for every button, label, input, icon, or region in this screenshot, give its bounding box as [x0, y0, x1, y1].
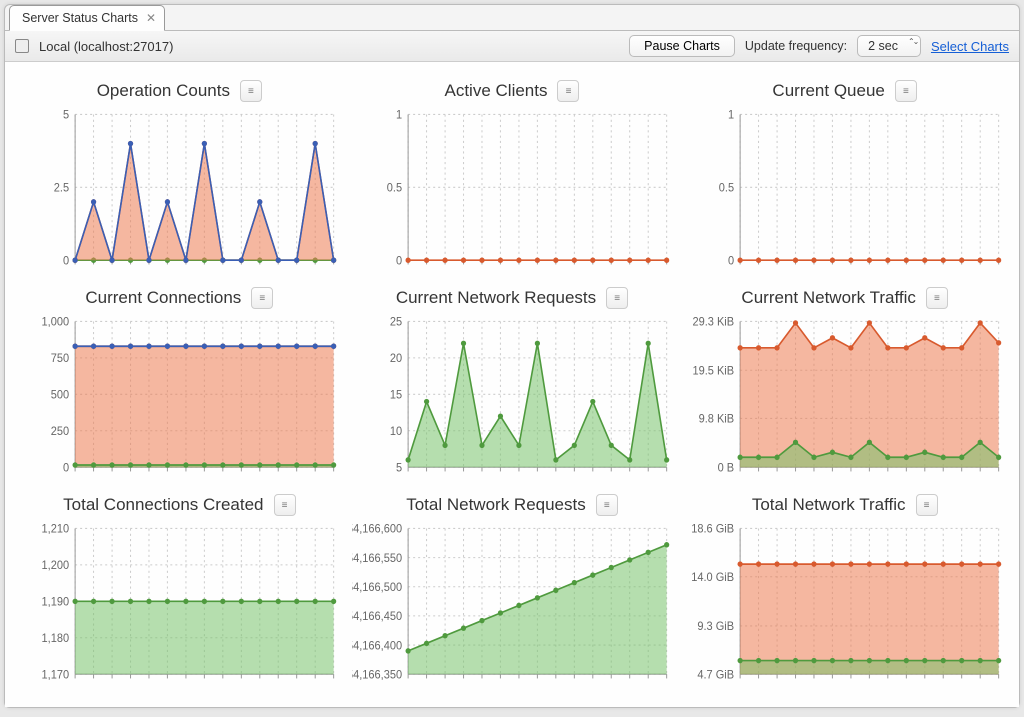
connection-label: Local (localhost:27017) — [39, 39, 173, 54]
chart-card-current-network-requests: Current Network Requests ≡ 5 10 15 20 25 — [352, 287, 673, 482]
chart-card-total-network-traffic: Total Network Traffic ≡ 4.7 GiB 9.3 GiB 14… — [684, 494, 1005, 689]
svg-text:1,180: 1,180 — [42, 633, 70, 645]
chart-title: Current Connections — [85, 288, 241, 308]
update-frequency-select[interactable]: 2 sec — [857, 35, 921, 57]
connection-icon — [15, 39, 29, 53]
svg-text:54,166,500: 54,166,500 — [352, 582, 402, 594]
svg-text:0.5: 0.5 — [386, 182, 401, 194]
chart-plot-active-clients: 00.51 — [352, 106, 673, 275]
chart-menu-icon[interactable]: ≡ — [251, 287, 273, 309]
svg-text:2.5: 2.5 — [54, 182, 69, 194]
app-window: Server Status Charts ✕ Local (localhost:… — [4, 4, 1020, 708]
svg-text:54,166,400: 54,166,400 — [352, 640, 402, 652]
update-frequency-label: Update frequency: — [745, 39, 847, 53]
chart-header: Active Clients ≡ — [352, 80, 673, 102]
svg-text:0: 0 — [63, 255, 69, 267]
chart-title: Total Network Requests — [406, 495, 586, 515]
chart-menu-icon[interactable]: ≡ — [557, 80, 579, 102]
chart-header: Current Network Traffic ≡ — [684, 287, 1005, 309]
chart-plot-total-connections-created: 1,170 1,180 1,190 1,200 1,210 — [19, 520, 340, 689]
svg-text:4.7 GiB: 4.7 GiB — [698, 669, 735, 681]
svg-text:0: 0 — [63, 462, 69, 474]
svg-text:5: 5 — [63, 109, 69, 121]
chart-card-active-clients: Active Clients ≡ 00.51 — [352, 80, 673, 275]
chart-menu-icon[interactable]: ≡ — [606, 287, 628, 309]
chart-menu-icon[interactable]: ≡ — [596, 494, 618, 516]
svg-text:250: 250 — [51, 426, 69, 438]
svg-text:10: 10 — [390, 426, 402, 438]
svg-text:750: 750 — [51, 353, 69, 365]
svg-text:9.3 GiB: 9.3 GiB — [698, 621, 735, 633]
svg-text:25: 25 — [390, 316, 402, 328]
chart-card-total-network-requests: Total Network Requests ≡ 54,166,35054,16… — [352, 494, 673, 689]
chart-title: Current Network Traffic — [741, 288, 915, 308]
svg-text:9.8 KiB: 9.8 KiB — [699, 413, 735, 425]
chart-card-current-network-traffic: Current Network Traffic ≡ 0 B 9.8 KiB 19.5… — [684, 287, 1005, 482]
svg-text:54,166,600: 54,166,600 — [352, 523, 402, 535]
svg-text:500: 500 — [51, 389, 69, 401]
svg-text:1,000: 1,000 — [42, 316, 70, 328]
chart-menu-icon[interactable]: ≡ — [240, 80, 262, 102]
chart-plot-current-connections: 0 250 500 750 1,000 — [19, 313, 340, 482]
svg-text:1,200: 1,200 — [42, 560, 70, 572]
chart-card-current-connections: Current Connections ≡ 0 250 500 750 1,000 — [19, 287, 340, 482]
chart-header: Current Connections ≡ — [19, 287, 340, 309]
svg-text:1,210: 1,210 — [42, 523, 70, 535]
chart-title: Active Clients — [445, 81, 548, 101]
svg-text:29.3 KiB: 29.3 KiB — [693, 316, 735, 328]
chart-card-current-queue: Current Queue ≡ 00.51 — [684, 80, 1005, 275]
tab-server-status[interactable]: Server Status Charts ✕ — [9, 5, 165, 31]
chart-plot-current-network-requests: 5 10 15 20 25 — [352, 313, 673, 482]
tab-title: Server Status Charts — [22, 11, 138, 25]
svg-text:54,166,350: 54,166,350 — [352, 669, 402, 681]
svg-text:0.5: 0.5 — [719, 182, 734, 194]
chart-plot-operation-counts: 02.55 — [19, 106, 340, 275]
chart-title: Total Network Traffic — [752, 495, 906, 515]
chart-header: Current Queue ≡ — [684, 80, 1005, 102]
chart-header: Operation Counts ≡ — [19, 80, 340, 102]
svg-text:54,166,550: 54,166,550 — [352, 553, 402, 565]
chart-card-operation-counts: Operation Counts ≡ 02.55 — [19, 80, 340, 275]
svg-text:18.6 GiB: 18.6 GiB — [692, 523, 735, 535]
select-charts-link[interactable]: Select Charts — [931, 39, 1009, 54]
svg-text:1: 1 — [728, 109, 734, 121]
chart-plot-current-queue: 00.51 — [684, 106, 1005, 275]
svg-text:1,190: 1,190 — [42, 596, 70, 608]
svg-text:14.0 GiB: 14.0 GiB — [692, 572, 735, 584]
chart-menu-icon[interactable]: ≡ — [926, 287, 948, 309]
chart-header: Total Network Traffic ≡ — [684, 494, 1005, 516]
chart-header: Current Network Requests ≡ — [352, 287, 673, 309]
chart-plot-total-network-requests: 54,166,350 54,166,400 54,166,450 54,166,500… — [352, 520, 673, 689]
toolbar: Local (localhost:27017) Pause Charts Upd… — [5, 30, 1019, 62]
chart-plot-total-network-traffic: 4.7 GiB 9.3 GiB 14.0 GiB 18.6 GiB — [684, 520, 1005, 689]
chart-title: Current Queue — [772, 81, 884, 101]
svg-text:54,166,450: 54,166,450 — [352, 611, 402, 623]
svg-text:1: 1 — [396, 109, 402, 121]
chart-header: Total Network Requests ≡ — [352, 494, 673, 516]
close-icon[interactable]: ✕ — [146, 11, 156, 25]
pause-charts-button[interactable]: Pause Charts — [629, 35, 735, 57]
tab-bar: Server Status Charts ✕ — [5, 4, 1019, 30]
svg-text:19.5 KiB: 19.5 KiB — [693, 365, 735, 377]
svg-text:20: 20 — [390, 353, 402, 365]
chart-title: Operation Counts — [97, 81, 230, 101]
update-frequency-value: 2 sec — [868, 39, 898, 53]
svg-text:0: 0 — [728, 255, 734, 267]
chart-title: Current Network Requests — [396, 288, 596, 308]
chart-menu-icon[interactable]: ≡ — [274, 494, 296, 516]
chart-header: Total Connections Created ≡ — [19, 494, 340, 516]
chart-menu-icon[interactable]: ≡ — [916, 494, 938, 516]
chart-menu-icon[interactable]: ≡ — [895, 80, 917, 102]
chart-title: Total Connections Created — [63, 495, 263, 515]
svg-text:0 B: 0 B — [718, 462, 735, 474]
svg-text:5: 5 — [396, 462, 402, 474]
svg-text:1,170: 1,170 — [42, 669, 70, 681]
svg-text:15: 15 — [390, 389, 402, 401]
svg-text:0: 0 — [396, 255, 402, 267]
charts-grid: Operation Counts ≡ 02.55 Active Clients … — [5, 62, 1019, 707]
chart-card-total-connections-created: Total Connections Created ≡ 1,1701,1801,… — [19, 494, 340, 689]
chart-plot-current-network-traffic: 0 B 9.8 KiB 19.5 KiB 29.3 KiB — [684, 313, 1005, 482]
